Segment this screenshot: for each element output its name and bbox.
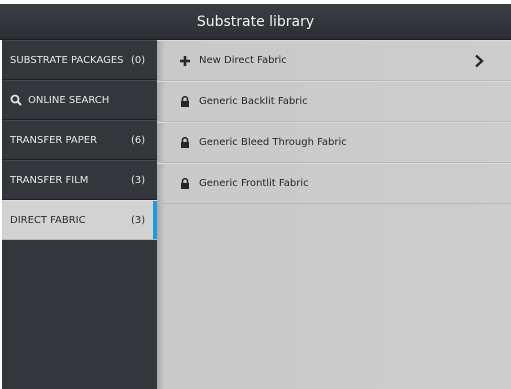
substrate-list: New Direct Fabric Generic Backlit Fabric [157, 40, 511, 389]
sidebar-item-label: TRANSFER FILM [10, 174, 89, 186]
sidebar-item-transfer-paper[interactable]: TRANSFER PAPER (6) [2, 120, 157, 160]
list-item-label: Generic Backlit Fabric [199, 96, 308, 107]
sidebar-item-substrate-packages[interactable]: SUBSTRATE PACKAGES (0) [2, 40, 157, 80]
sidebar-item-label: TRANSFER PAPER [10, 134, 98, 146]
list-item-generic-frontlit-fabric[interactable]: Generic Frontlit Fabric [157, 163, 511, 204]
lock-icon [179, 178, 191, 190]
sidebar-item-label: SUBSTRATE PACKAGES [10, 54, 124, 66]
sidebar: SUBSTRATE PACKAGES (0) ONLINE SEARCH TRA… [2, 40, 157, 389]
sidebar-item-direct-fabric[interactable]: DIRECT FABRIC (3) [2, 200, 157, 240]
list-item-generic-bleed-through-fabric[interactable]: Generic Bleed Through Fabric [157, 122, 511, 163]
lock-icon [179, 96, 191, 108]
plus-icon [179, 55, 191, 67]
list-item-generic-backlit-fabric[interactable]: Generic Backlit Fabric [157, 81, 511, 122]
new-direct-fabric-button[interactable]: New Direct Fabric [157, 40, 511, 81]
sidebar-item-count: (6) [131, 134, 146, 146]
sidebar-item-transfer-film[interactable]: TRANSFER FILM (3) [2, 160, 157, 200]
substrate-library-screen: Substrate library SUBSTRATE PACKAGES (0)… [0, 0, 511, 389]
sidebar-item-count: (0) [131, 54, 146, 66]
chevron-right-icon [473, 54, 485, 68]
title-bar: Substrate library [0, 4, 511, 40]
list-item-label: Generic Bleed Through Fabric [199, 137, 347, 148]
lock-icon [179, 137, 191, 149]
sidebar-item-label: ONLINE SEARCH [28, 94, 110, 106]
sidebar-item-label: DIRECT FABRIC [10, 214, 86, 226]
sidebar-item-count: (3) [131, 174, 146, 186]
list-item-label: Generic Frontlit Fabric [199, 178, 309, 189]
page-title: Substrate library [196, 13, 315, 30]
list-item-label: New Direct Fabric [199, 55, 287, 66]
sidebar-item-online-search[interactable]: ONLINE SEARCH [2, 80, 157, 120]
search-icon [10, 94, 22, 106]
